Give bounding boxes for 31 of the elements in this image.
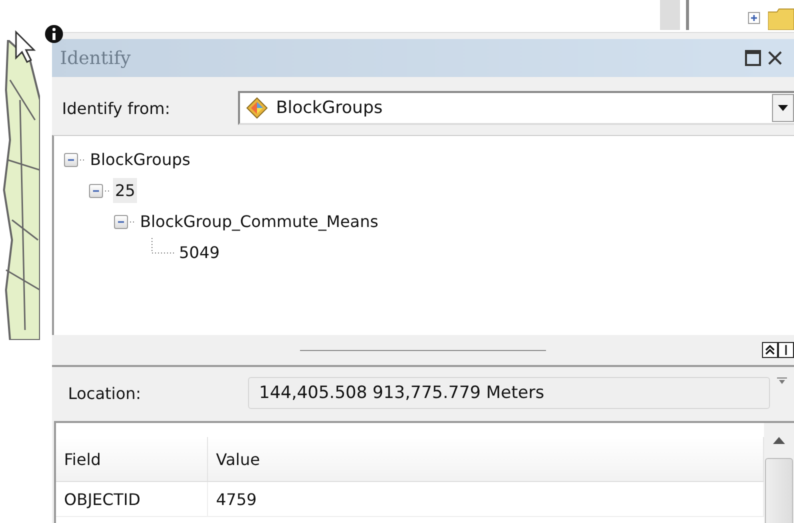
caret-icon	[773, 437, 785, 444]
collapse-toggle[interactable]	[89, 184, 103, 198]
layer-dropdown[interactable]: BlockGroups	[238, 91, 794, 125]
bar-icon	[784, 345, 788, 355]
double-chevron-icon	[765, 345, 775, 355]
collapse-toggle[interactable]	[64, 152, 78, 166]
column-header[interactable]: Field	[56, 437, 208, 481]
tree-item[interactable]: BlockGroups	[88, 147, 192, 172]
scrollbar-thumb[interactable]	[765, 458, 793, 523]
folder-icon	[768, 8, 794, 30]
close-icon	[767, 50, 783, 66]
tree-item[interactable]: 5049	[177, 240, 222, 265]
maximize-button[interactable]	[742, 50, 764, 66]
tree-item[interactable]: BlockGroup_Commute_Means	[138, 209, 380, 234]
caret-icon	[778, 105, 788, 111]
location-field: 144,405.508 913,775.779 Meters	[248, 377, 770, 409]
maximize-icon	[745, 50, 761, 66]
layer-icon	[246, 97, 268, 119]
table-cell: OBJECTID	[56, 482, 208, 516]
window-title: Identify	[60, 48, 132, 68]
split-toggle-button[interactable]	[778, 342, 794, 358]
expand-icon[interactable]	[748, 12, 760, 24]
location-label: Location:	[68, 384, 142, 402]
collapse-up-button[interactable]	[762, 342, 778, 358]
tree-connector	[151, 238, 177, 254]
collapse-toggle[interactable]	[114, 214, 128, 228]
identify-from-label: Identify from:	[62, 98, 172, 118]
scroll-up-button[interactable]	[773, 437, 785, 444]
dropdown-icon[interactable]	[777, 377, 787, 385]
tree-item[interactable]: 25	[113, 178, 138, 203]
dropdown-arrow-button[interactable]	[772, 94, 794, 122]
